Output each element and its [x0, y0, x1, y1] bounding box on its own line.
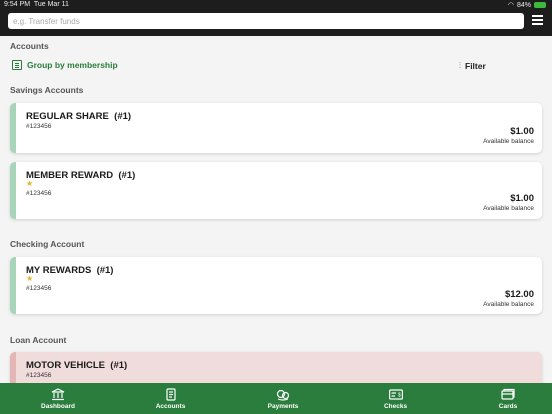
wifi-icon: ◠	[507, 2, 514, 9]
filter-button[interactable]: ⫶ Filter	[459, 61, 486, 71]
hamburger-line	[532, 23, 543, 25]
account-balance: $1.00	[510, 193, 534, 204]
group-by-membership-button[interactable]: Group by membership	[12, 60, 118, 70]
top-bar: 9:54 PM Tue Mar 11 ◠ 84%	[0, 0, 552, 36]
nav-label: Payments	[267, 402, 299, 410]
status-time-date: 9:54 PM Tue Mar 11	[4, 1, 69, 8]
account-balance: $1.00	[510, 126, 534, 137]
check-icon: $	[388, 388, 403, 400]
battery-percent: 84%	[516, 1, 531, 9]
account-index: (#1)	[118, 170, 136, 181]
nav-label: Checks	[383, 402, 408, 410]
bottom-nav: Dashboard Accounts Payments $ Checks Car…	[0, 383, 552, 414]
loan-section-heading: Loan Account	[10, 335, 67, 345]
account-number: #123456	[26, 372, 52, 379]
balance-caption: Available balance	[483, 301, 534, 308]
nav-dashboard[interactable]: Dashboard	[30, 383, 86, 414]
balance-caption: Available balance	[483, 205, 534, 212]
hamburger-line	[532, 15, 543, 17]
account-number: #123456	[26, 285, 52, 292]
nav-label: Dashboard	[41, 402, 75, 410]
card-icon	[501, 388, 515, 400]
nav-cards[interactable]: Cards	[480, 383, 536, 414]
bank-icon	[51, 387, 65, 400]
nav-accounts[interactable]: Accounts	[143, 383, 199, 414]
document-icon	[165, 387, 176, 401]
account-title: REGULAR SHARE (#1)	[26, 111, 131, 122]
checking-section-heading: Checking Account	[10, 239, 85, 249]
group-by-membership-label: Group by membership	[27, 60, 118, 70]
svg-text:$: $	[398, 392, 401, 398]
payments-icon	[276, 389, 290, 401]
account-number: #123456	[26, 190, 52, 197]
accounts-heading: Accounts	[10, 41, 49, 51]
status-time: 9:54 PM	[4, 1, 31, 8]
menu-button[interactable]	[532, 15, 543, 25]
ledger-icon	[12, 60, 22, 70]
nav-checks[interactable]: $ Checks	[368, 383, 424, 414]
favorite-star-icon: ★	[26, 179, 34, 188]
account-balance: $12.00	[504, 289, 534, 300]
account-number: #123456	[26, 123, 52, 130]
account-title: MOTOR VEHICLE (#1)	[26, 360, 127, 371]
hamburger-line	[532, 19, 543, 21]
account-card-regular-share[interactable]: REGULAR SHARE (#1) #123456 $1.00 Availab…	[10, 103, 542, 153]
nav-payments[interactable]: Payments	[255, 383, 311, 414]
account-card-member-reward[interactable]: MEMBER REWARD (#1) ★ #123456 $1.00 Avail…	[10, 162, 542, 219]
nav-label: Accounts	[155, 402, 186, 410]
account-index: (#1)	[96, 265, 114, 276]
account-name: REGULAR SHARE	[26, 111, 109, 122]
nav-label: Cards	[498, 402, 518, 410]
savings-section-heading: Savings Accounts	[10, 85, 84, 95]
filter-label: Filter	[465, 61, 486, 71]
account-name: MY REWARDS	[26, 265, 92, 276]
balance-caption: Available balance	[483, 138, 534, 145]
sliders-icon: ⫶	[459, 61, 461, 70]
account-index: (#1)	[114, 111, 132, 122]
account-title: MEMBER REWARD (#1)	[26, 170, 135, 181]
account-name: MEMBER REWARD	[26, 170, 114, 181]
account-index: (#1)	[110, 360, 128, 371]
status-indicators: ◠ 84%	[508, 1, 546, 9]
favorite-star-icon: ★	[26, 274, 34, 283]
account-card-my-rewards[interactable]: MY REWARDS (#1) ★ #123456 $12.00 Availab…	[10, 257, 542, 314]
account-title: MY REWARDS (#1)	[26, 265, 113, 276]
search-input[interactable]	[8, 13, 524, 29]
account-name: MOTOR VEHICLE	[26, 360, 105, 371]
status-date: Tue Mar 11	[33, 1, 69, 8]
battery-icon	[534, 2, 546, 8]
